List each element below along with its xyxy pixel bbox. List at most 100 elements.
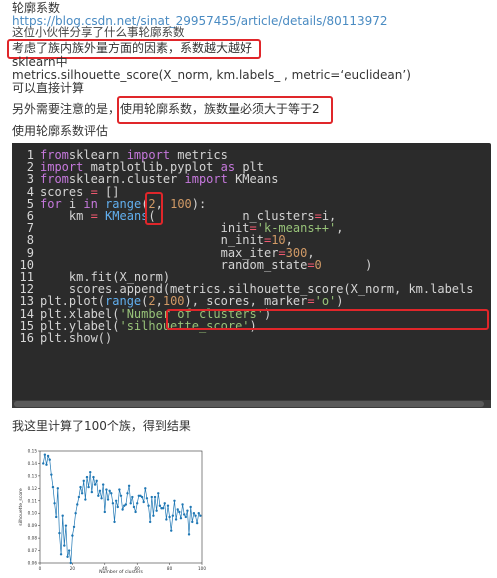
data-point (74, 512, 77, 515)
data-point (176, 508, 179, 511)
data-point (187, 533, 191, 536)
data-point (124, 503, 128, 506)
data-point (127, 484, 131, 488)
data-point (136, 502, 139, 505)
data-point (66, 555, 69, 558)
x-tick-label: 0 (39, 566, 42, 571)
code-token: = (307, 257, 315, 272)
data-point (71, 534, 74, 537)
data-point (144, 487, 147, 490)
data-point (114, 499, 118, 502)
data-point (80, 492, 84, 495)
data-point (131, 495, 134, 499)
section-title: 轮廓系数 (12, 1, 61, 15)
data-point (192, 512, 196, 515)
code-token: import (184, 172, 228, 187)
data-point (148, 520, 152, 524)
data-point (155, 509, 158, 512)
data-point (45, 463, 48, 466)
data-point (179, 517, 183, 520)
data-point (174, 518, 178, 521)
sklearn-label: sklearn中 (12, 55, 68, 69)
code-token: 0 (314, 257, 322, 272)
data-point (147, 504, 150, 507)
data-point (197, 512, 200, 515)
data-point (55, 515, 58, 519)
code-token: = (307, 294, 315, 309)
data-point (106, 498, 110, 501)
eval-label: 使用轮廓系数评估 (12, 124, 109, 138)
data-point (87, 485, 90, 489)
data-point (103, 510, 107, 514)
data-point (166, 504, 170, 507)
code-block: 1 2 3 4 5 6 7 8 9 10 11 12 13 14 15 16 fromsklearn impor… (12, 143, 491, 408)
x-tick-label: 20 (70, 566, 76, 571)
x-tick-label: 100 (198, 566, 206, 571)
direct-calc-label: 可以直接计算 (12, 81, 85, 95)
data-point (111, 502, 115, 505)
x-axis-label: Number of clusters (99, 569, 143, 575)
data-point (46, 454, 50, 458)
data-point (129, 502, 132, 505)
data-point (42, 462, 45, 465)
highlight-box-2 (117, 96, 333, 124)
data-point (119, 494, 123, 497)
data-point (153, 495, 157, 499)
data-point (158, 504, 162, 507)
data-point (53, 502, 56, 505)
data-point (79, 485, 82, 489)
data-point (182, 513, 186, 516)
data-point (50, 473, 53, 476)
data-point (93, 483, 97, 486)
data-point (90, 490, 94, 494)
code-token: , (336, 221, 344, 236)
data-point (199, 514, 202, 517)
x-tick-label: 80 (167, 566, 173, 571)
data-point (152, 514, 155, 517)
y-tick-label: 0.14 (28, 461, 38, 466)
data-point (48, 458, 51, 461)
scrollbar-thumb[interactable] (14, 401, 484, 407)
y-axis-label: silhouette_score (18, 488, 24, 526)
y-tick-label: 0.08 (28, 536, 38, 541)
data-point (76, 503, 79, 506)
data-point (61, 514, 64, 517)
data-point (195, 521, 199, 525)
horizontal-scrollbar[interactable] (12, 400, 491, 408)
data-point (171, 514, 175, 517)
y-tick-label: 0.06 (28, 561, 38, 566)
data-point (67, 549, 71, 552)
data-point (116, 505, 119, 509)
function-signature: metrics.silhouette_score(X_norm, km.labe… (12, 68, 411, 82)
highlight-text-1: 考虑了族内族外量方面的因素，系数越大越好 (12, 41, 253, 55)
y-tick-label: 0.15 (28, 449, 38, 454)
data-point (126, 492, 129, 495)
y-tick-label: 0.07 (28, 548, 38, 553)
data-point (97, 494, 100, 497)
code-highlight-range-arg (145, 192, 163, 225)
data-point (56, 487, 60, 490)
data-point (101, 483, 105, 486)
data-point (191, 520, 194, 524)
data-point (134, 510, 137, 514)
data-point (184, 515, 187, 519)
data-point (121, 508, 124, 511)
code-line: plt.show() (40, 331, 112, 345)
data-point (145, 497, 149, 500)
silhouette-score-chart: 0.06 0.07 0.08 0.09 0.10 0.11 0.12 0.13 0.14 0.15… (18, 449, 206, 576)
data-point (194, 514, 197, 517)
code-token: ) (321, 257, 373, 272)
code-token: ) (336, 294, 344, 309)
data-point (163, 502, 166, 505)
data-point (69, 561, 72, 565)
data-point (105, 488, 108, 491)
data-point (89, 470, 92, 474)
y-tick-label: 0.09 (28, 523, 38, 528)
data-point (140, 495, 144, 499)
data-point (82, 479, 85, 483)
data-point (118, 488, 121, 491)
data-point (110, 492, 113, 495)
data-point (161, 507, 165, 510)
code-highlight-silhouette-call (166, 309, 489, 330)
data-point (43, 453, 47, 456)
